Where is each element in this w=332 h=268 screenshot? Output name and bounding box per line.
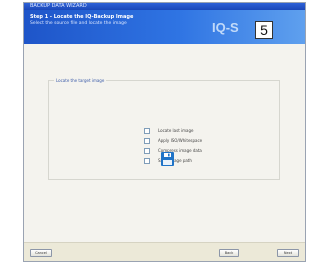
window-title: BACKUP DATA WIZARD [30, 3, 87, 9]
checkbox[interactable] [144, 148, 150, 154]
checkbox[interactable] [144, 128, 150, 134]
step-subtitle: Select the source file and locate the im… [30, 21, 127, 26]
option-label: Locate last image [158, 128, 194, 133]
cancel-button[interactable]: Cancel [30, 249, 52, 257]
page-number-badge: 5 [255, 21, 273, 39]
wizard-window: BACKUP DATA WIZARD Step 1 - Locate the I… [23, 2, 306, 262]
option-label: Apply ISO/Whitespace [158, 138, 203, 143]
title-bar: BACKUP DATA WIZARD [24, 3, 305, 10]
checkbox[interactable] [144, 138, 150, 144]
app-logo: IQ-S [212, 20, 239, 35]
options-group-label: Locate the target image [54, 78, 107, 83]
next-button[interactable]: Next [277, 249, 299, 257]
wizard-footer: Cancel Back Next [24, 242, 305, 261]
floppy-disk-icon[interactable] [161, 152, 174, 166]
back-button[interactable]: Back [219, 249, 239, 257]
checkbox[interactable] [144, 158, 150, 164]
step-title: Step 1 - Locate the IQ-Backup Image [30, 14, 134, 20]
